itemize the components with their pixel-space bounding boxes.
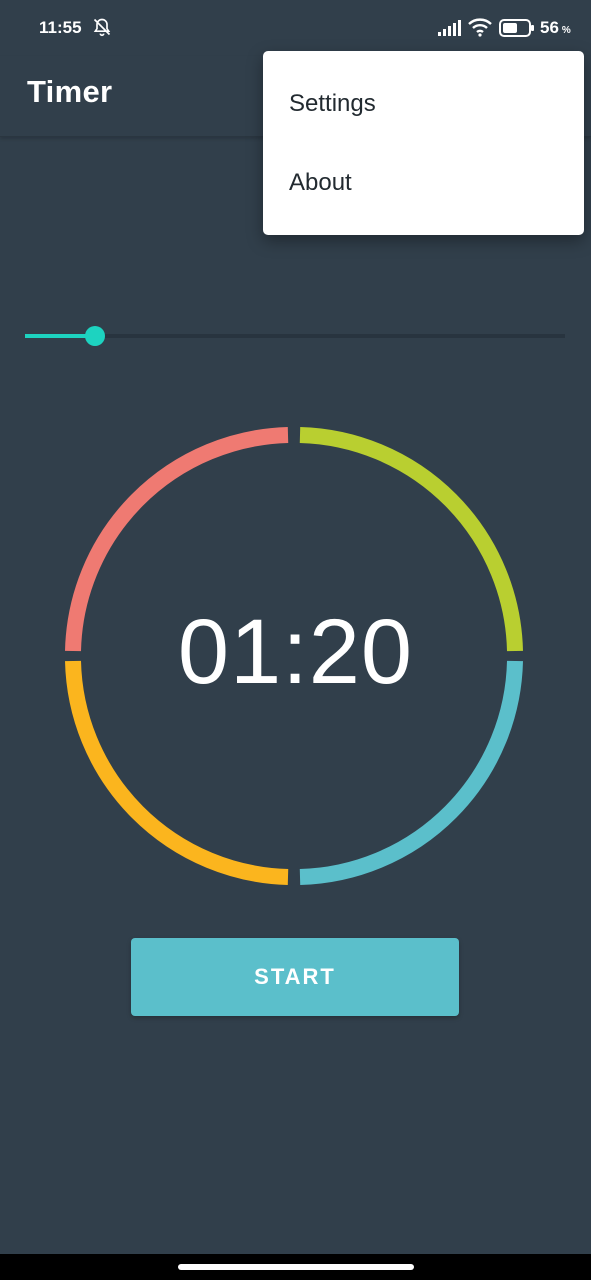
home-indicator[interactable] (178, 1264, 414, 1270)
page-title: Timer (27, 74, 113, 109)
menu-item-about[interactable]: About (263, 143, 584, 223)
time-display: 01:20 (177, 601, 414, 703)
status-time: 11:55 (39, 18, 82, 37)
alarm-off-icon (93, 18, 111, 37)
navigation-bar (0, 1254, 591, 1280)
battery-level: 56% (540, 18, 571, 37)
battery-icon (499, 19, 534, 37)
wifi-icon (468, 18, 492, 37)
status-bar: 11:55 56% (0, 0, 591, 56)
duration-slider[interactable] (25, 318, 565, 354)
signal-icon (438, 20, 461, 36)
menu-item-label: About (289, 169, 352, 196)
menu-item-label: Settings (289, 90, 376, 117)
start-button[interactable]: START (131, 938, 459, 1016)
slider-thumb[interactable] (85, 326, 105, 346)
menu-item-settings[interactable]: Settings (263, 64, 584, 144)
overflow-menu: Settings About (263, 51, 584, 235)
